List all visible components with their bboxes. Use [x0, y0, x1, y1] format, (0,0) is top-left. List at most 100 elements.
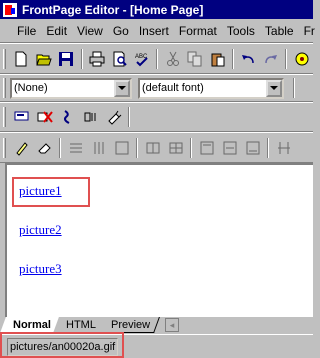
insert-form-field-button[interactable]: [10, 106, 33, 128]
delete-x-icon: [37, 111, 53, 123]
merge-cells-icon: [115, 141, 128, 154]
table-toolbar: [0, 132, 313, 163]
tab-normal-label: Normal: [13, 319, 51, 331]
toolbar-separator: [190, 137, 192, 158]
menu-frame[interactable]: Fr: [299, 24, 320, 38]
draw-table-button[interactable]: [10, 137, 33, 159]
font-select-value: (default font): [142, 82, 204, 94]
tab-preview[interactable]: Preview: [97, 317, 160, 333]
redo-button[interactable]: [260, 48, 283, 70]
eraser-icon: [37, 142, 51, 153]
applet-icon: [84, 112, 95, 122]
delete-component-button[interactable]: [33, 106, 56, 128]
tab-preview-label: Preview: [111, 318, 151, 331]
table-properties-button[interactable]: [164, 137, 187, 159]
format-toolbar: (None) (default font): [0, 74, 313, 102]
tab-scroll-button[interactable]: ◂: [164, 318, 179, 332]
undo-arrow-icon: [242, 54, 255, 63]
paste-button[interactable]: [207, 48, 230, 70]
printer-icon: [89, 51, 105, 66]
distribute-icon: [277, 141, 290, 154]
redo-arrow-icon: [265, 54, 278, 63]
toolbar-separator: [136, 137, 138, 158]
paste-clipboard-icon: [211, 53, 225, 66]
table-grid-icon: [169, 142, 182, 153]
toolbar-grip[interactable]: [3, 137, 6, 158]
java-applet-button[interactable]: [79, 106, 102, 128]
toolbar-grip[interactable]: [3, 48, 6, 69]
split-cells-button[interactable]: [141, 137, 164, 159]
toolbar-separator: [156, 48, 159, 69]
menu-format[interactable]: Format: [174, 24, 222, 38]
image-toolbar: [0, 102, 313, 132]
tab-normal[interactable]: Normal: [0, 317, 61, 333]
component-icon: [295, 52, 309, 65]
align-bottom-button[interactable]: [241, 137, 264, 159]
align-top-icon: [200, 141, 213, 154]
hyperlink-picture2[interactable]: picture2: [19, 222, 62, 238]
menu-insert[interactable]: Insert: [134, 24, 174, 38]
frontpage-icon: [3, 2, 17, 17]
tab-strip-fill: [178, 317, 313, 333]
align-top-button[interactable]: [195, 137, 218, 159]
copy-button[interactable]: [184, 48, 207, 70]
title-bar: FrontPage Editor - [Home Page]: [0, 0, 313, 19]
toolbar-separator: [232, 48, 235, 69]
toolbar-grip[interactable]: [3, 107, 6, 127]
menu-view[interactable]: View: [72, 24, 108, 38]
insert-columns-icon: [94, 141, 103, 154]
chevron-down-icon[interactable]: [266, 79, 282, 97]
toolbar-grip[interactable]: [3, 78, 6, 98]
plugin-icon: [107, 110, 121, 125]
toolbar-separator: [293, 78, 295, 98]
font-select[interactable]: (default font): [138, 77, 284, 99]
toolbar-separator: [267, 137, 269, 158]
toolbar-separator: [80, 48, 83, 69]
insert-rows-button[interactable]: [64, 137, 87, 159]
copy-icon: [187, 51, 202, 66]
highlight-box: [12, 177, 90, 207]
open-button[interactable]: [33, 48, 56, 70]
highlight-box: [0, 332, 124, 358]
insert-columns-button[interactable]: [87, 137, 110, 159]
align-middle-icon: [223, 141, 236, 154]
cut-button[interactable]: [161, 48, 184, 70]
plugin-button[interactable]: [102, 106, 125, 128]
center-vertically-button[interactable]: [218, 137, 241, 159]
script-button[interactable]: [56, 106, 79, 128]
save-button[interactable]: [55, 48, 78, 70]
toolbar-separator: [59, 137, 61, 158]
script-icon: [63, 110, 69, 124]
style-select[interactable]: (None): [10, 77, 132, 99]
chevron-left-icon: ◂: [169, 319, 175, 330]
save-disk-icon: [59, 51, 74, 66]
pencil-icon: [15, 141, 28, 156]
toolbar-separator: [128, 107, 130, 127]
menu-table[interactable]: Table: [260, 24, 299, 38]
chevron-down-icon[interactable]: [114, 79, 130, 97]
menu-edit[interactable]: Edit: [41, 24, 72, 38]
menu-tools[interactable]: Tools: [222, 24, 260, 38]
web-settings-button[interactable]: [290, 48, 313, 70]
spelling-button[interactable]: ABC: [131, 48, 154, 70]
hyperlink-picture3[interactable]: picture3: [19, 261, 62, 277]
form-field-icon: [14, 111, 28, 121]
preview-button[interactable]: [108, 48, 131, 70]
menu-file[interactable]: File: [12, 24, 41, 38]
merge-cells-button[interactable]: [110, 137, 133, 159]
open-folder-icon: [36, 54, 52, 65]
style-select-value: (None): [14, 82, 48, 94]
spell-check-icon: ABC: [135, 54, 148, 66]
print-button[interactable]: [86, 48, 109, 70]
scissors-icon: [166, 51, 179, 66]
distribute-rows-button[interactable]: [272, 137, 295, 159]
standard-toolbar: ABC: [0, 43, 313, 74]
print-preview-icon: [113, 51, 127, 66]
insert-rows-icon: [69, 143, 82, 152]
eraser-button[interactable]: [33, 137, 56, 159]
align-bottom-icon: [246, 141, 259, 154]
undo-button[interactable]: [237, 48, 260, 70]
split-cells-icon: [146, 142, 159, 153]
new-button[interactable]: [10, 48, 33, 70]
menu-go[interactable]: Go: [108, 24, 134, 38]
